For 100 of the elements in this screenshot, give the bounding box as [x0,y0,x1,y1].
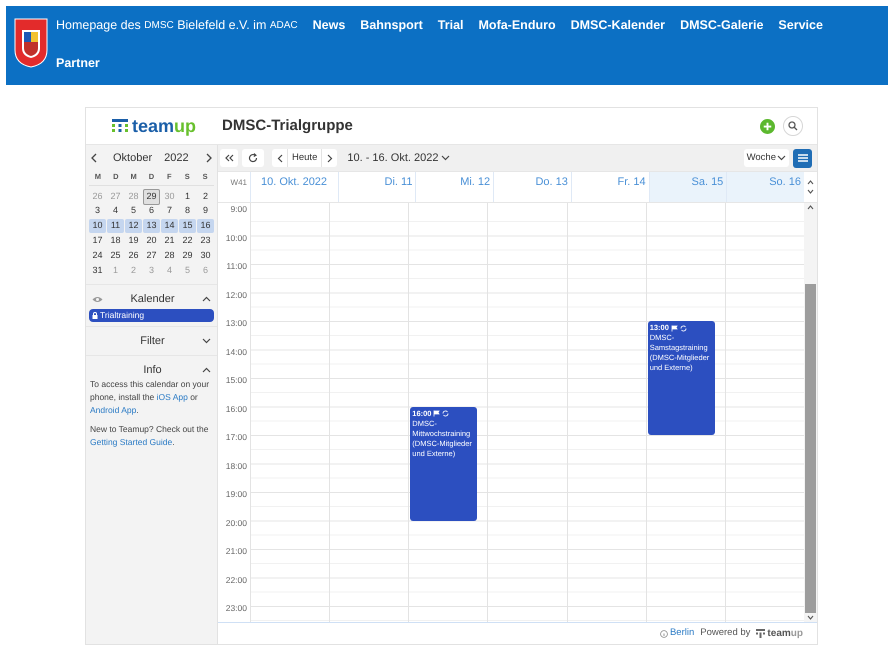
repeat-icon [442,410,450,417]
time-label: 17:00 [226,431,247,444]
previous-month-icon[interactable] [90,153,99,163]
chevron-right-icon [326,154,333,162]
scroll-up-icon[interactable] [807,205,814,210]
calendar-day[interactable]: 17 [89,234,106,248]
teamup-mark-icon [756,629,766,638]
info-circle-icon [660,630,668,638]
calendar-day[interactable]: 4 [107,204,124,218]
calendar-day[interactable]: 21 [161,234,178,248]
scroll-down-icon[interactable] [807,189,814,194]
chevron-left-icon [276,154,282,162]
flag-icon [670,324,678,332]
lock-icon [92,312,98,320]
section-title[interactable]: Info [103,362,202,378]
view-dropdown[interactable]: Woche [744,149,789,167]
nav-link[interactable]: Trial [438,6,464,44]
calendar-day[interactable]: 26 [125,249,142,263]
nav-link[interactable]: Mofa-Enduro [478,6,556,44]
calendar-title: DMSC-Trialgruppe [222,116,353,136]
double-chevron-left-icon [224,154,234,162]
calendar-day[interactable]: 5 [125,204,142,218]
time-label: 13:00 [226,317,247,330]
nav-link[interactable]: Service [778,6,823,44]
flag-icon [433,410,440,417]
search-button[interactable] [783,116,803,136]
calendar-day[interactable]: 9 [197,204,214,218]
calendar-day[interactable]: 20 [143,234,160,248]
calendar-day[interactable]: 10 [89,219,106,233]
nav-link[interactable]: Partner [56,44,100,82]
time-label: 10:00 [226,232,247,244]
calendar-day[interactable]: 8 [179,204,196,218]
teamup-logo-text[interactable]: teamup [767,626,803,641]
calendar-day[interactable]: 3 [89,204,106,218]
refresh-icon [248,153,258,163]
calendar-day[interactable]: 16 [197,219,214,233]
calendar-day[interactable]: 12 [125,219,142,233]
calendar-day[interactable]: 25 [107,249,124,263]
scrollbar-thumb[interactable] [805,284,816,613]
calendar-day[interactable]: 23 [197,234,214,248]
calendar-day[interactable]: 24 [89,249,106,263]
menu-icon [798,154,808,162]
time-label: 11:00 [226,260,247,273]
timezone-link[interactable]: Berlin [670,626,694,641]
month-label[interactable]: Oktober [113,150,152,166]
time-label: 18:00 [226,460,247,472]
time-label: 16:00 [226,402,247,416]
eye-icon[interactable] [92,296,103,303]
menu-button[interactable] [793,148,812,168]
time-label: 12:00 [226,288,247,302]
calendar-day[interactable]: 31 [89,264,106,278]
home-link[interactable]: Homepage des DMSC Bielefeld e.V. im ADAC [56,6,298,44]
calendar-day[interactable]: 27 [143,249,160,263]
calendar-day[interactable]: 14 [161,219,178,233]
time-label: 22:00 [226,574,247,586]
time-label: 15:00 [226,374,247,387]
chevron-down-icon [777,155,786,161]
calendar-day[interactable]: 13 [143,219,160,233]
calendar-day[interactable]: 15 [179,219,196,233]
section-title[interactable]: Kalender [103,291,202,308]
info-link[interactable]: iOS App [156,392,188,402]
info-text: To access this calendar on your phone, install the iOS App or Android App. [89,378,210,418]
time-label: 14:00 [226,346,247,358]
calendar-day[interactable]: 7 [161,204,178,218]
calendar-day[interactable]: 30 [197,249,214,263]
calendar-day[interactable]: 29 [143,189,160,205]
nav-link[interactable]: DMSC-Galerie [680,6,764,44]
scroll-up-icon[interactable] [807,180,814,185]
calendar-chip[interactable]: Trialtraining [89,309,214,322]
calendar-day[interactable]: 22 [179,234,196,248]
calendar-day[interactable]: 6 [143,204,160,218]
info-link[interactable]: Getting Started Guide [90,437,172,448]
nav-link[interactable]: Bahnsport [360,6,423,44]
info-text: New to Teamup? Check out the Getting Started Guide. [89,423,210,450]
powered-by-label: Powered by [700,626,750,640]
calendar-day[interactable]: 28 [161,249,178,263]
nav-link[interactable]: News [312,6,346,44]
nav-link[interactable]: DMSC-Kalender [570,6,666,44]
time-label: 19:00 [226,488,247,501]
next-month-icon[interactable] [204,153,213,163]
fast-back-button[interactable] [220,149,238,167]
repeat-icon [680,324,687,332]
brand-logo[interactable]: teamup [112,112,196,140]
calendar-day[interactable]: 29 [179,249,196,263]
calendar-day[interactable]: 1 [179,189,196,205]
year-label[interactable]: 2022 [164,150,189,166]
calendar-day[interactable]: 2 [197,189,214,205]
club-logo[interactable] [14,18,48,68]
section-title[interactable]: Filter [103,333,202,350]
week-number: W41 [230,177,247,189]
chevron-down-icon [441,155,450,161]
calendar-day[interactable]: 11 [107,219,124,233]
calendar-day[interactable]: 19 [125,234,142,248]
calendar-day[interactable]: 18 [107,234,124,248]
info-link[interactable]: Android App [90,405,136,416]
date-range-dropdown[interactable]: 10. - 16. Okt. 2022 [347,150,450,166]
refresh-button[interactable] [242,149,264,167]
time-label: 23:00 [226,602,247,615]
scroll-down-icon[interactable] [807,615,814,620]
time-label: 20:00 [226,516,247,530]
